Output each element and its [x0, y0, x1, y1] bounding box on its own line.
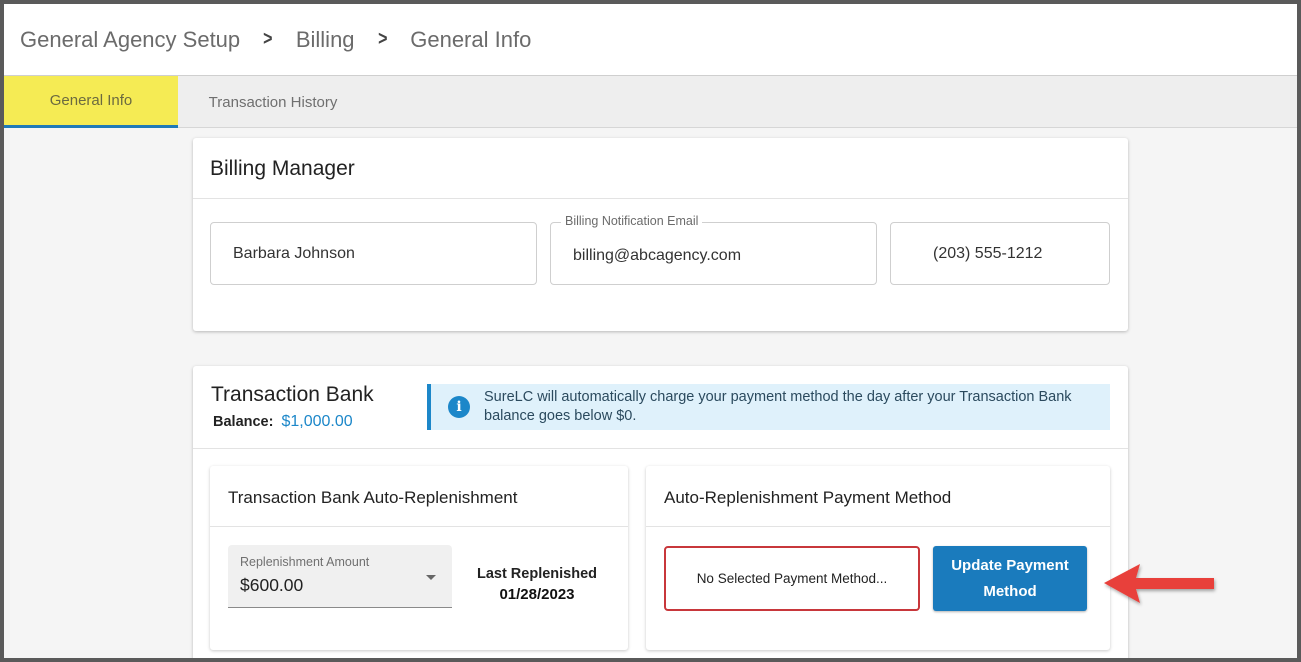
payment-method-title: Auto-Replenishment Payment Method — [664, 488, 952, 507]
replenishment-amount-select[interactable]: Replenishment Amount $600.00 — [228, 545, 452, 608]
selected-payment-method[interactable]: No Selected Payment Method... — [664, 546, 920, 611]
breadcrumb-general-info: General Info — [410, 26, 532, 52]
breadcrumb-billing[interactable]: Billing — [296, 27, 355, 53]
balance-row: Balance: $1,000.00 — [213, 413, 353, 431]
last-replenished-label: Last Replenished — [476, 566, 598, 582]
billing-phone-value: (203) 555-1212 — [933, 244, 1043, 262]
transaction-bank-card: Transaction Bank Balance: $1,000.00 i Su… — [193, 366, 1128, 658]
update-payment-method-button[interactable]: Update Payment Method — [933, 546, 1087, 611]
last-replenished-date: 01/28/2023 — [499, 586, 575, 603]
billing-email-field[interactable]: Billing Notification Email billing@abcag… — [550, 214, 877, 285]
tab-transaction-history[interactable]: Transaction History — [178, 76, 368, 128]
billing-email-label: Billing Notification Email — [561, 214, 703, 228]
replenishment-amount-label: Replenishment Amount — [240, 555, 370, 569]
auto-replenishment-title: Transaction Bank Auto-Replenishment — [228, 488, 518, 507]
chevron-right-icon: > — [377, 28, 388, 50]
app-frame: General Agency Setup > Billing > General… — [4, 4, 1297, 658]
billing-manager-card: Billing Manager Barbara Johnson Billing … — [193, 138, 1128, 331]
arrow-left-icon — [1104, 564, 1214, 603]
replenishment-amount-value: $600.00 — [240, 575, 304, 595]
tab-general-info[interactable]: General Info — [4, 76, 178, 128]
last-replenished: Last Replenished 01/28/2023 — [462, 566, 612, 603]
info-icon: i — [448, 396, 470, 418]
auto-charge-info-banner: i SureLC will automatically charge your … — [427, 384, 1110, 430]
auto-replenishment-card: Transaction Bank Auto-Replenishment Repl… — [210, 466, 628, 650]
billing-manager-title: Billing Manager — [210, 157, 355, 180]
billing-manager-name-field[interactable]: Barbara Johnson — [210, 222, 537, 285]
auto-charge-info-text: SureLC will automatically charge your pa… — [484, 389, 1072, 424]
balance-value: $1,000.00 — [281, 413, 353, 430]
divider — [193, 448, 1128, 449]
breadcrumb-general-agency-setup[interactable]: General Agency Setup — [20, 27, 240, 53]
divider — [193, 198, 1128, 199]
balance-label: Balance: — [213, 414, 274, 430]
billing-email-value: billing@abcagency.com — [573, 246, 742, 264]
payment-method-card: Auto-Replenishment Payment Method No Sel… — [646, 466, 1110, 650]
chevron-right-icon: > — [263, 28, 273, 50]
divider — [646, 526, 1110, 527]
divider — [210, 526, 628, 527]
selected-payment-method-text: No Selected Payment Method... — [696, 571, 888, 586]
transaction-bank-title: Transaction Bank — [211, 383, 374, 406]
billing-phone-field[interactable]: (203) 555-1212 — [890, 222, 1110, 285]
billing-manager-name-value: Barbara Johnson — [233, 244, 355, 262]
caret-down-icon — [426, 575, 436, 580]
tab-bar: General Info Transaction History — [4, 76, 1297, 128]
breadcrumb: General Agency Setup > Billing > General… — [4, 4, 1297, 76]
